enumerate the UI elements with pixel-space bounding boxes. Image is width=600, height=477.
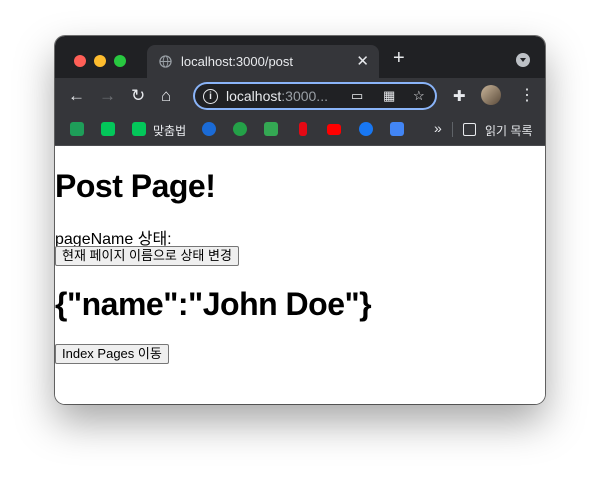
toolbar: ← → ↻ ⌂ i localhost:3000... ▭ ▦ ☆ ✚ ⋮ [55, 78, 545, 114]
extensions-puzzle-icon[interactable]: ✚ [453, 87, 466, 105]
kebab-menu-icon[interactable]: ⋮ [519, 85, 535, 105]
globe-icon [159, 55, 172, 68]
reload-icon[interactable]: ↻ [131, 86, 145, 106]
star-bookmark-icon[interactable]: ☆ [413, 88, 425, 104]
browser-window: localhost:3000/post ✕ + ← → ↻ ⌂ i localh… [55, 36, 545, 404]
naver-icon[interactable] [101, 122, 115, 136]
forward-arrow-icon[interactable]: → [99, 86, 116, 106]
d-app-icon[interactable] [70, 122, 84, 136]
json-heading: {"name":"John Doe"} [55, 286, 372, 322]
url-text: localhost:3000... [226, 88, 328, 104]
reading-list-icon[interactable] [463, 123, 476, 136]
back-arrow-icon[interactable]: ← [68, 86, 85, 106]
close-window-button[interactable] [74, 55, 86, 67]
edge-icon[interactable] [202, 122, 216, 136]
home-icon[interactable]: ⌂ [161, 86, 171, 106]
new-tab-icon[interactable]: + [393, 48, 405, 68]
reading-list-label[interactable]: 읽기 목록 [485, 122, 533, 139]
cast-icon[interactable]: ▭ [351, 88, 363, 104]
bookmarks-bar: 맞춤법 » 읽기 목록 [55, 114, 545, 146]
minimize-window-button[interactable] [94, 55, 106, 67]
globe-green-icon[interactable] [233, 122, 247, 136]
tab-title: localhost:3000/post [181, 54, 294, 69]
naver-spell-icon[interactable] [132, 122, 146, 136]
tab-close-icon[interactable]: ✕ [356, 52, 369, 70]
netflix-icon[interactable] [299, 122, 307, 136]
address-bar[interactable]: i localhost:3000... ▭ ▦ ☆ [193, 82, 437, 110]
change-state-button[interactable]: 현재 페이지 이름으로 상태 변경 [55, 246, 239, 266]
index-pages-button[interactable]: Index Pages 이동 [55, 344, 169, 364]
page-content: Post Page! pageName 상태: 현재 페이지 이름으로 상태 변… [55, 146, 545, 404]
page-title: Post Page! [55, 168, 216, 204]
bookmark-spellcheck[interactable]: 맞춤법 [153, 122, 186, 139]
zoom-window-button[interactable] [114, 55, 126, 67]
tab-active[interactable]: localhost:3000/post ✕ [147, 45, 379, 78]
overflow-chevron[interactable]: » [434, 120, 442, 136]
divider [452, 122, 453, 137]
title-bar: localhost:3000/post ✕ + [55, 36, 545, 78]
qr-code-icon[interactable]: ▦ [383, 88, 395, 104]
avatar[interactable] [481, 85, 501, 105]
translate-icon[interactable] [390, 122, 404, 136]
facebook-icon[interactable] [359, 122, 373, 136]
youtube-icon[interactable] [327, 124, 341, 135]
site-info-icon[interactable]: i [203, 89, 218, 104]
tab-search-icon[interactable] [516, 53, 530, 67]
maps-icon[interactable] [264, 122, 278, 136]
